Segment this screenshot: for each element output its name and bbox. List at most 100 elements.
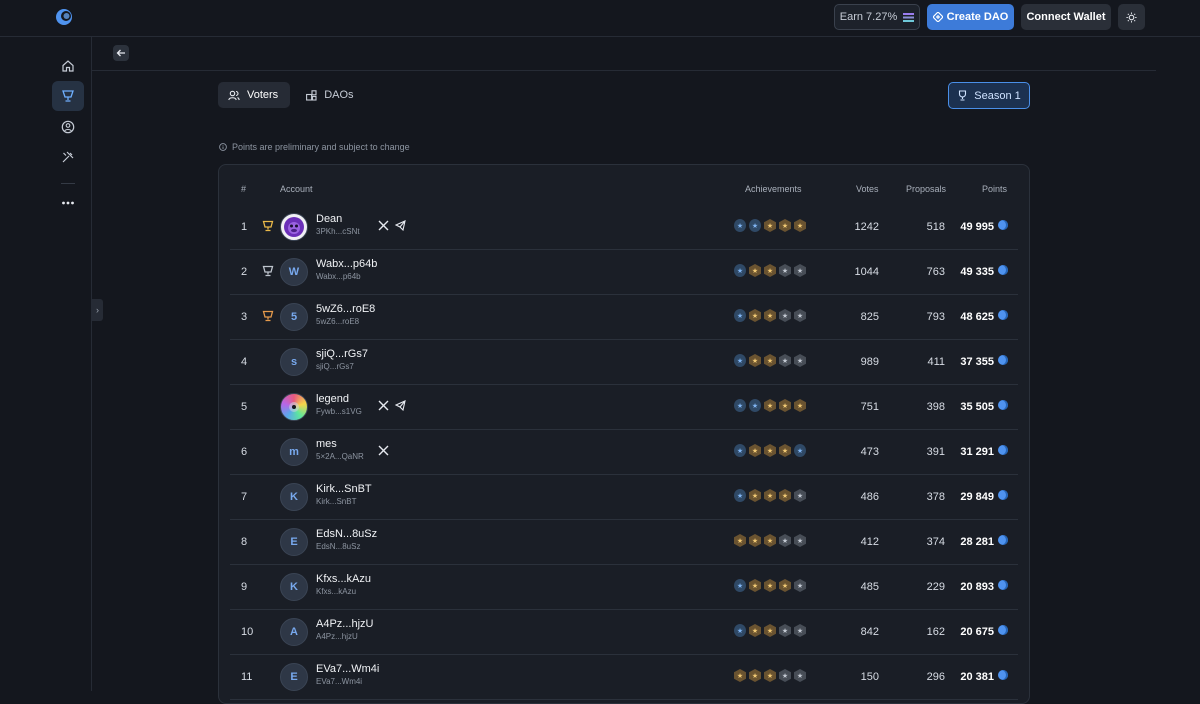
account-name[interactable]: EVa7...Wm4i	[316, 663, 379, 675]
avatar[interactable]: W	[280, 258, 308, 286]
telegram-link[interactable]	[393, 218, 407, 232]
grey-achievement-badge-icon[interactable]: ★	[779, 354, 791, 367]
avatar[interactable]	[280, 393, 308, 421]
gold-achievement-badge-icon[interactable]: ★	[779, 399, 791, 412]
blue-achievement-badge-icon[interactable]: ★	[734, 624, 746, 637]
table-row[interactable]: 8 E EdsN...8uSz EdsN...8uSz ★ ★ ★ ★ ★ 412 374 28 28…	[230, 520, 1018, 565]
blue-achievement-badge-icon[interactable]: ★	[734, 579, 746, 592]
account-name[interactable]: Wabx...p64b	[316, 258, 377, 270]
gold-achievement-badge-icon[interactable]: ★	[749, 534, 761, 547]
earn-button[interactable]: Earn 7.27%	[834, 4, 920, 30]
table-row[interactable]: 3 5 5wZ6...roE8 5wZ6...roE8 ★ ★ ★ ★ ★ 825 793 48 6…	[230, 295, 1018, 340]
account-name[interactable]: 5wZ6...roE8	[316, 303, 375, 315]
gold-achievement-badge-icon[interactable]: ★	[764, 579, 776, 592]
gold-achievement-badge-icon[interactable]: ★	[749, 309, 761, 322]
gold-achievement-badge-icon[interactable]: ★	[749, 264, 761, 277]
grey-achievement-badge-icon[interactable]: ★	[779, 624, 791, 637]
avatar[interactable]: K	[280, 573, 308, 601]
gold-achievement-badge-icon[interactable]: ★	[764, 669, 776, 682]
grey-achievement-badge-icon[interactable]: ★	[794, 354, 806, 367]
gold-achievement-badge-icon[interactable]: ★	[764, 309, 776, 322]
table-row[interactable]: 5 legend Fywb...s1VG ★ ★ ★ ★ ★ 751 398 35 505	[230, 385, 1018, 430]
theme-toggle-button[interactable]	[1118, 4, 1145, 30]
tab-voters[interactable]: Voters	[218, 82, 291, 108]
nav-tools[interactable]	[52, 142, 84, 172]
gold-achievement-badge-icon[interactable]: ★	[779, 444, 791, 457]
account-name[interactable]: A4Pz...hjzU	[316, 618, 373, 630]
table-row[interactable]: 7 K Kirk...SnBT Kirk...SnBT ★ ★ ★ ★ ★ 486 378 29 84…	[230, 475, 1018, 520]
grey-achievement-badge-icon[interactable]: ★	[794, 489, 806, 502]
nav-more[interactable]	[52, 188, 84, 218]
avatar[interactable]: m	[280, 438, 308, 466]
account-name[interactable]: Kirk...SnBT	[316, 483, 372, 495]
avatar[interactable]: E	[280, 663, 308, 691]
account-name[interactable]: Dean	[316, 213, 342, 225]
gold-achievement-badge-icon[interactable]: ★	[749, 354, 761, 367]
grey-achievement-badge-icon[interactable]: ★	[779, 309, 791, 322]
gold-achievement-badge-icon[interactable]: ★	[734, 534, 746, 547]
gold-achievement-badge-icon[interactable]: ★	[749, 669, 761, 682]
season-selector[interactable]: Season 1	[948, 82, 1030, 109]
gold-achievement-badge-icon[interactable]: ★	[779, 489, 791, 502]
blue-achievement-badge-icon[interactable]: ★	[794, 444, 806, 457]
gold-achievement-badge-icon[interactable]: ★	[749, 444, 761, 457]
gold-achievement-badge-icon[interactable]: ★	[764, 219, 776, 232]
x-link[interactable]	[376, 398, 390, 412]
grey-achievement-badge-icon[interactable]: ★	[794, 264, 806, 277]
connect-wallet-button[interactable]: Connect Wallet	[1021, 4, 1111, 30]
blue-achievement-badge-icon[interactable]: ★	[734, 264, 746, 277]
gold-achievement-badge-icon[interactable]: ★	[764, 264, 776, 277]
telegram-link[interactable]	[393, 398, 407, 412]
blue-achievement-badge-icon[interactable]: ★	[734, 444, 746, 457]
gold-achievement-badge-icon[interactable]: ★	[734, 669, 746, 682]
grey-achievement-badge-icon[interactable]: ★	[779, 264, 791, 277]
gold-achievement-badge-icon[interactable]: ★	[749, 489, 761, 502]
app-logo-icon[interactable]	[55, 8, 73, 26]
nav-home[interactable]	[52, 51, 84, 81]
table-row[interactable]: 1 Dean 3PKh...cSNt ★ ★ ★ ★ ★ 1242 518 49 995	[230, 205, 1018, 250]
gold-achievement-badge-icon[interactable]: ★	[764, 534, 776, 547]
account-name[interactable]: Kfxs...kAzu	[316, 573, 371, 585]
gold-achievement-badge-icon[interactable]: ★	[794, 219, 806, 232]
tab-daos[interactable]: DAOs	[296, 82, 365, 108]
blue-achievement-badge-icon[interactable]: ★	[734, 219, 746, 232]
avatar[interactable]: 5	[280, 303, 308, 331]
grey-achievement-badge-icon[interactable]: ★	[794, 534, 806, 547]
grey-achievement-badge-icon[interactable]: ★	[779, 669, 791, 682]
account-name[interactable]: EdsN...8uSz	[316, 528, 377, 540]
table-row[interactable]: 4 s sjiQ...rGs7 sjiQ...rGs7 ★ ★ ★ ★ ★ 989 411 37 35…	[230, 340, 1018, 385]
x-link[interactable]	[376, 218, 390, 232]
grey-achievement-badge-icon[interactable]: ★	[794, 669, 806, 682]
grey-achievement-badge-icon[interactable]: ★	[794, 309, 806, 322]
create-dao-button[interactable]: Create DAO	[927, 4, 1014, 30]
blue-achievement-badge-icon[interactable]: ★	[734, 309, 746, 322]
back-button[interactable]	[113, 45, 129, 61]
blue-achievement-badge-icon[interactable]: ★	[749, 219, 761, 232]
table-row[interactable]: 11 E EVa7...Wm4i EVa7...Wm4i ★ ★ ★ ★ ★ 150 296 20 3…	[230, 655, 1018, 700]
grey-achievement-badge-icon[interactable]: ★	[794, 624, 806, 637]
avatar[interactable]: s	[280, 348, 308, 376]
nav-profile[interactable]	[52, 112, 84, 142]
gold-achievement-badge-icon[interactable]: ★	[764, 399, 776, 412]
blue-achievement-badge-icon[interactable]: ★	[734, 354, 746, 367]
gold-achievement-badge-icon[interactable]: ★	[764, 354, 776, 367]
table-row[interactable]: 9 K Kfxs...kAzu Kfxs...kAzu ★ ★ ★ ★ ★ 485 229 20 89…	[230, 565, 1018, 610]
table-row[interactable]: 2 W Wabx...p64b Wabx...p64b ★ ★ ★ ★ ★ 1044 763 49 …	[230, 250, 1018, 295]
table-row[interactable]: 6 m mes 5×2A...QaNR ★ ★ ★ ★ ★ 473 391 31 291	[230, 430, 1018, 475]
gold-achievement-badge-icon[interactable]: ★	[779, 219, 791, 232]
x-link[interactable]	[376, 443, 390, 457]
account-name[interactable]: mes	[316, 438, 337, 450]
gold-achievement-badge-icon[interactable]: ★	[779, 579, 791, 592]
gold-achievement-badge-icon[interactable]: ★	[764, 489, 776, 502]
gold-achievement-badge-icon[interactable]: ★	[749, 579, 761, 592]
blue-achievement-badge-icon[interactable]: ★	[734, 399, 746, 412]
avatar[interactable]	[280, 213, 308, 241]
grey-achievement-badge-icon[interactable]: ★	[794, 579, 806, 592]
avatar[interactable]: A	[280, 618, 308, 646]
gold-achievement-badge-icon[interactable]: ★	[764, 624, 776, 637]
avatar[interactable]: K	[280, 483, 308, 511]
sidebar-expand-handle[interactable]: ›	[92, 299, 103, 321]
nav-leaderboard[interactable]	[52, 81, 84, 111]
gold-achievement-badge-icon[interactable]: ★	[794, 399, 806, 412]
account-name[interactable]: legend	[316, 393, 349, 405]
